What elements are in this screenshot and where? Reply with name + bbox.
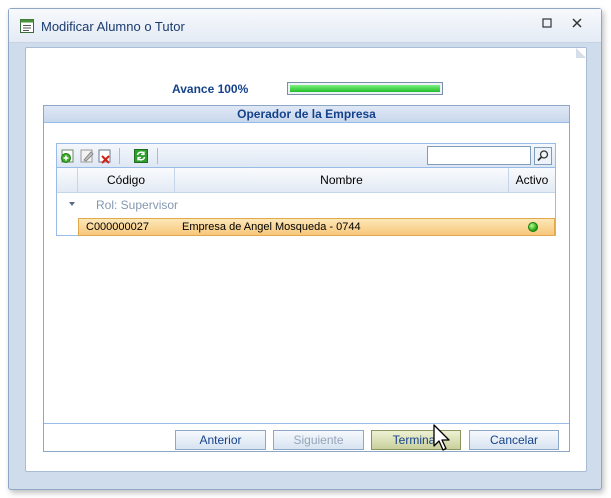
form-icon: [20, 19, 34, 33]
anterior-button[interactable]: Anterior: [175, 430, 266, 450]
operator-grid: Código Nombre Activo Rol: Supervisor C00…: [56, 143, 556, 236]
mouse-cursor-icon: [433, 424, 450, 451]
table-row[interactable]: C000000027 Empresa de Angel Mosqueda - 0…: [78, 218, 555, 236]
page-corner: [576, 48, 586, 58]
close-icon: [572, 18, 582, 28]
panel-title: Operador de la Empresa: [44, 106, 569, 123]
toolbar-separator: [157, 148, 158, 164]
progress-bar: [287, 82, 443, 95]
search-icon[interactable]: [534, 147, 552, 165]
header-spacer: [57, 168, 78, 193]
title-bar[interactable]: Modificar Alumno o Tutor: [9, 9, 601, 43]
grid-header: Código Nombre Activo: [57, 168, 555, 193]
edit-icon[interactable]: [79, 148, 95, 164]
siguiente-button[interactable]: Siguiente: [273, 430, 364, 450]
search-input[interactable]: [427, 146, 531, 165]
footer-divider: [44, 423, 569, 424]
column-header-codigo[interactable]: Código: [78, 168, 175, 193]
column-header-activo[interactable]: Activo: [509, 168, 555, 193]
refresh-icon[interactable]: [133, 148, 149, 164]
active-status-icon: [528, 222, 538, 232]
add-icon[interactable]: [60, 148, 76, 164]
close-button[interactable]: [569, 17, 585, 33]
operator-panel: Operador de la Empresa Código Nombre Act…: [43, 105, 570, 452]
progress-label: Avance 100%: [172, 82, 249, 96]
restore-icon: [542, 18, 552, 28]
group-label: Rol: Supervisor: [96, 198, 179, 212]
toolbar-separator: [119, 148, 120, 164]
dialog-window: Modificar Alumno o Tutor Avance 100% Ope…: [8, 8, 602, 490]
delete-icon[interactable]: [97, 148, 113, 164]
cell-codigo: C000000027: [86, 221, 150, 233]
restore-button[interactable]: [539, 17, 555, 33]
group-row-supervisor[interactable]: Rol: Supervisor: [57, 193, 555, 217]
cell-nombre: Empresa de Angel Mosqueda - 0744: [182, 221, 361, 233]
column-header-nombre[interactable]: Nombre: [175, 168, 509, 193]
grid-toolbar: [57, 144, 555, 168]
cancelar-button[interactable]: Cancelar: [469, 430, 559, 450]
window-title: Modificar Alumno o Tutor: [41, 19, 185, 34]
collapse-arrow-icon[interactable]: [69, 202, 75, 206]
progress-fill: [290, 85, 440, 92]
dialog-content: Avance 100% Operador de la Empresa Códig…: [25, 47, 587, 472]
